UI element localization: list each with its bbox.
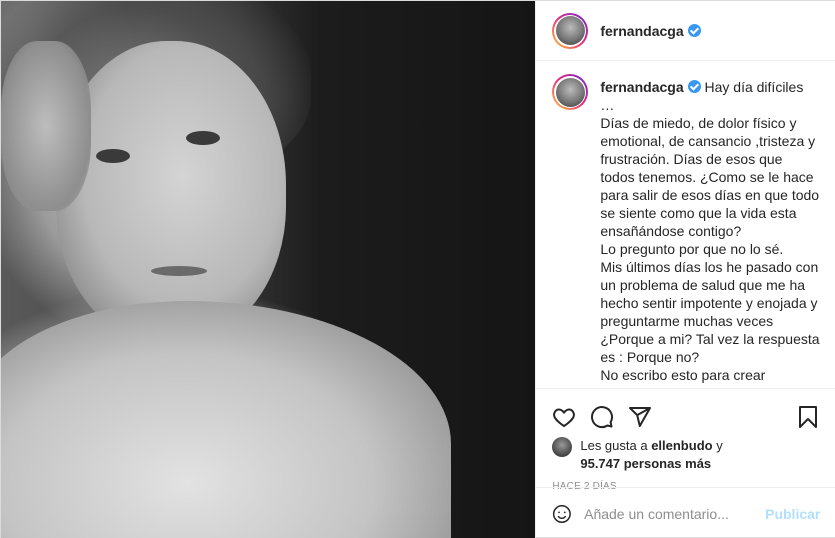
share-icon[interactable] — [628, 405, 652, 429]
bookmark-icon[interactable] — [796, 405, 820, 429]
instagram-post: fernandacga fernandacga Hay día difícile… — [0, 0, 835, 538]
likes-text: Les gusta a ellenbudo y 95.747 personas … — [580, 437, 722, 473]
caption-username[interactable]: fernandacga — [600, 79, 683, 95]
likes-count[interactable]: 95.747 personas más — [580, 456, 711, 471]
caption-body: Hay día difíciles … Días de miedo, de do… — [600, 79, 820, 388]
verified-badge-icon — [687, 24, 701, 37]
photo-eye-right — [186, 131, 220, 145]
comment-icon[interactable] — [590, 405, 614, 429]
post-sidebar: fernandacga fernandacga Hay día difícile… — [535, 1, 835, 538]
liker-avatar[interactable] — [552, 437, 573, 457]
photo-hand — [1, 41, 91, 211]
action-bar — [552, 397, 820, 437]
photo-mouth — [151, 266, 207, 276]
caption-text: fernandacga Hay día difíciles … Días de … — [600, 78, 820, 388]
liker-username[interactable]: ellenbudo — [651, 438, 712, 453]
heart-icon[interactable] — [552, 405, 576, 429]
caption-avatar[interactable] — [552, 74, 589, 110]
likes-prefix: Les gusta a — [580, 438, 652, 453]
author-avatar[interactable] — [552, 12, 589, 49]
avatar-image — [555, 16, 585, 45]
author-username[interactable]: fernandacga — [600, 23, 683, 39]
photo-shirt — [1, 301, 451, 538]
verified-badge-icon — [687, 80, 701, 93]
comment-bar: Publicar — [536, 487, 835, 538]
likes-row: Les gusta a ellenbudo y 95.747 personas … — [552, 437, 820, 473]
likes-conjunction: y — [712, 438, 723, 453]
avatar-image — [555, 77, 585, 107]
comment-input[interactable] — [584, 505, 766, 522]
caption-area: fernandacga Hay día difíciles … Días de … — [536, 62, 835, 388]
smiley-icon[interactable] — [552, 502, 572, 526]
photo-eye-left — [96, 149, 130, 163]
photo-face — [56, 41, 286, 341]
post-header: fernandacga — [536, 1, 835, 61]
action-section: Les gusta a ellenbudo y 95.747 personas … — [536, 388, 835, 492]
post-photo[interactable] — [1, 1, 536, 538]
publish-button[interactable]: Publicar — [765, 506, 820, 522]
